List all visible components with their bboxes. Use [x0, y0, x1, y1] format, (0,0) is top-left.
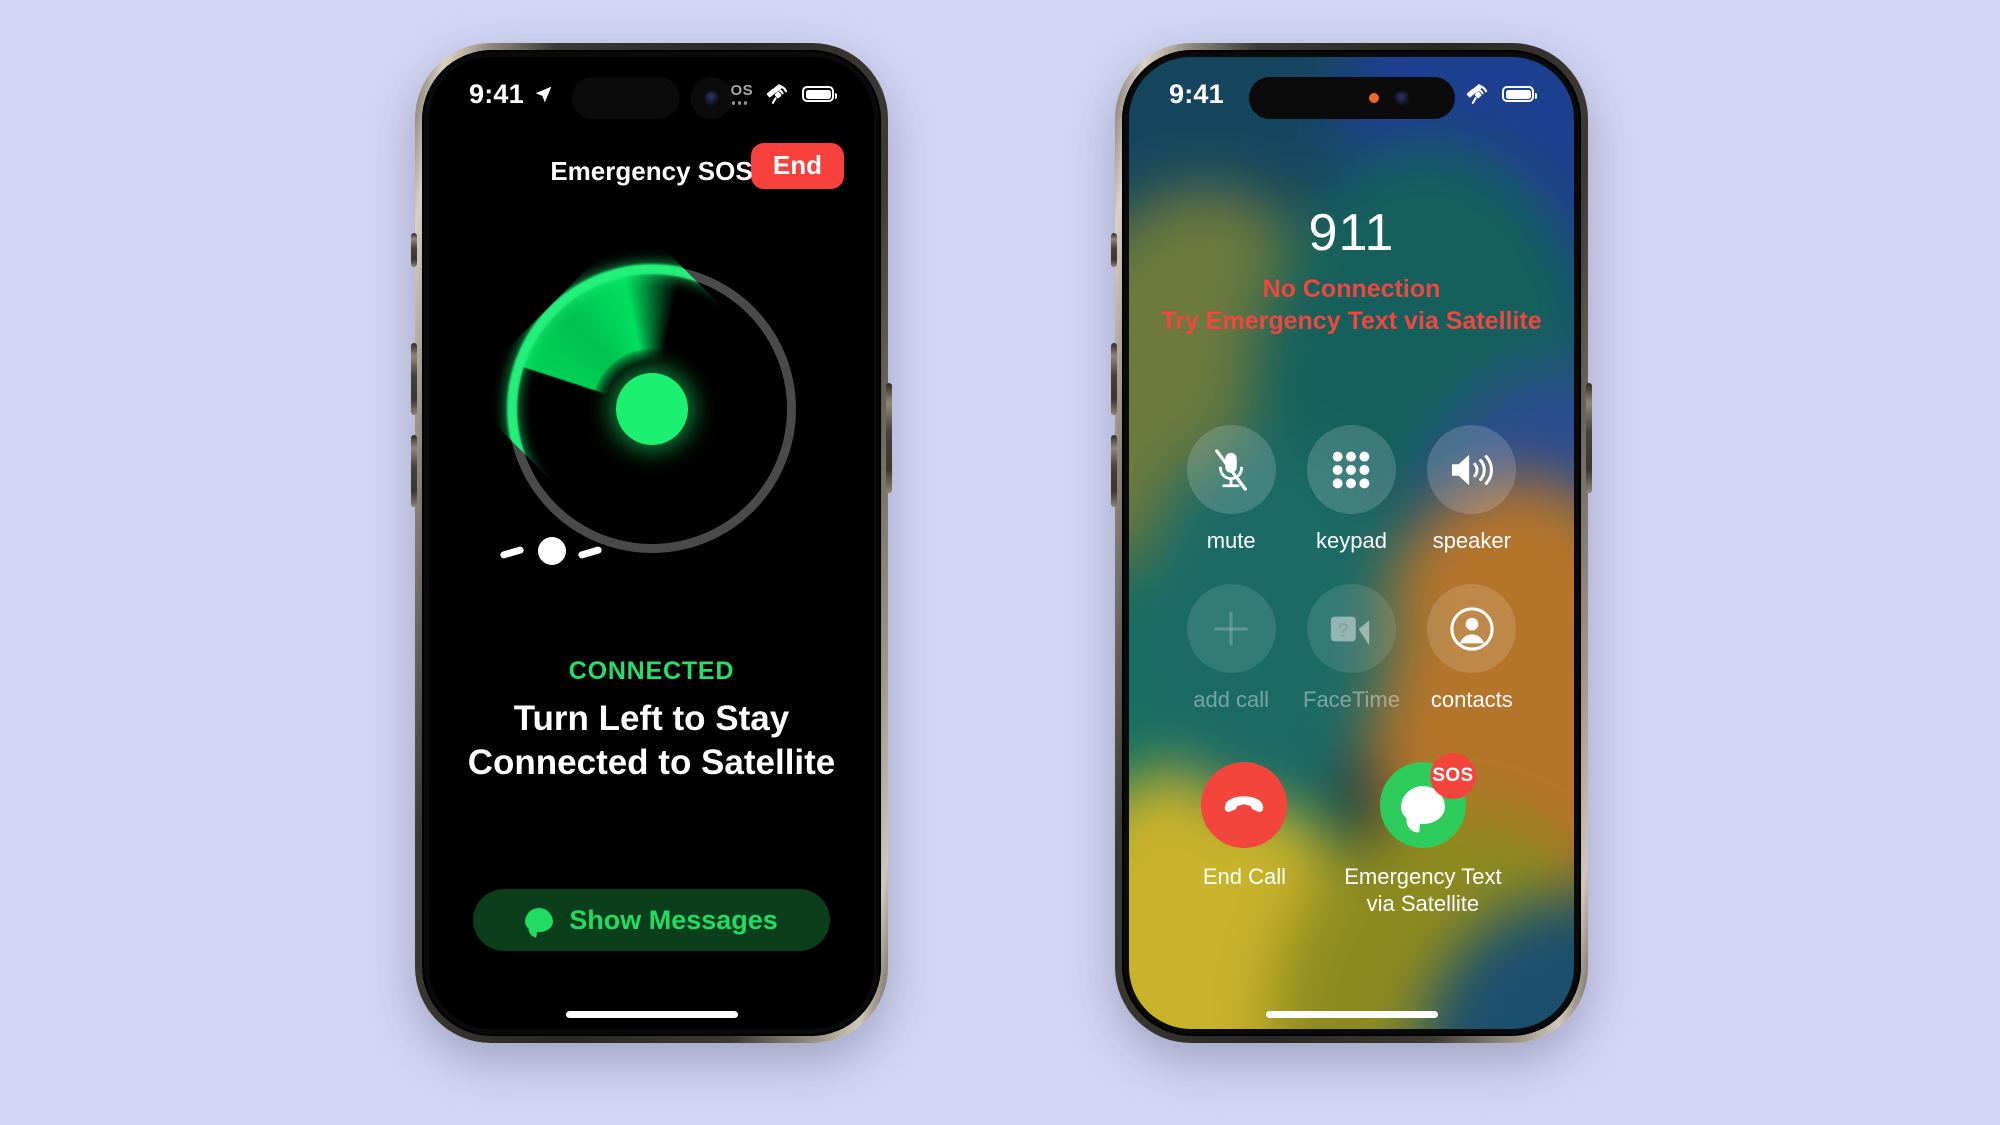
add-call-knob — [1186, 584, 1276, 673]
screenshot-stage: 9:41 SOS Emergency SOS End CONNECTED Tur… — [0, 0, 2000, 1125]
end-call-action[interactable]: End Call — [1201, 762, 1288, 917]
call-controls-grid: mute keypad speaker add call ? FaceTime … — [1129, 425, 1574, 713]
dish-core-icon — [615, 373, 688, 445]
island-pill — [571, 77, 679, 119]
call-status-alert: No Connection Try Emergency Text via Sat… — [1129, 273, 1574, 337]
battery-full-icon — [1502, 86, 1537, 102]
control-label: mute — [1206, 528, 1256, 553]
volume-up-button[interactable] — [411, 343, 417, 415]
volume-up-button[interactable] — [1111, 343, 1117, 415]
home-indicator[interactable] — [565, 1011, 738, 1018]
satellite-icon — [766, 84, 788, 104]
messages-app-icon: SOS — [1379, 753, 1476, 849]
status-time: 9:41 — [469, 78, 524, 109]
guidance-line-2: Connected to Satellite — [467, 742, 836, 782]
contacts-knob — [1427, 584, 1517, 673]
control-facetime: ? FaceTime — [1291, 584, 1411, 713]
svg-text:?: ? — [1338, 620, 1350, 641]
phone2-screen: 9:41 SOS — [1129, 57, 1574, 1029]
control-add-call: add call — [1171, 584, 1291, 713]
control-label: FaceTime — [1303, 687, 1400, 712]
front-camera-icon — [690, 77, 732, 119]
satellite-pointer-dot-icon — [537, 537, 566, 565]
keypad-knob — [1306, 425, 1396, 514]
iphone-911-call: 9:41 SOS — [1111, 43, 1592, 1043]
dynamic-island — [1248, 77, 1455, 119]
iphone-emergency-sos: 9:41 SOS Emergency SOS End CONNECTED Tur… — [411, 43, 892, 1043]
ringer-switch[interactable] — [411, 233, 417, 267]
satellite-dash-left-icon — [499, 545, 524, 560]
ringer-switch[interactable] — [1111, 233, 1117, 267]
emergency-text-action[interactable]: SOS Emergency Text via Satellite — [1344, 753, 1502, 917]
status-time: 9:41 — [1169, 78, 1224, 109]
dynamic-island — [571, 77, 732, 119]
satellite-dash-right-icon — [577, 545, 602, 560]
orange-mic-dot-icon — [1368, 93, 1379, 103]
sos-badge: SOS — [1429, 753, 1476, 800]
speaker-waves-icon — [1451, 454, 1493, 485]
location-arrow-icon — [535, 86, 552, 102]
keypad-grid-icon — [1333, 451, 1370, 488]
end-call-knob — [1201, 762, 1288, 849]
control-contacts[interactable]: contacts — [1412, 584, 1532, 713]
guidance-line-1: Turn Left to Stay — [513, 699, 790, 738]
emergency-text-label: Emergency Text via Satellite — [1344, 864, 1501, 917]
control-label: add call — [1193, 687, 1270, 712]
island-pill — [1248, 77, 1357, 119]
microphone-slash-icon — [1215, 448, 1248, 491]
person-circle-icon — [1450, 606, 1494, 651]
guidance-headline: Turn Left to Stay Connected to Satellite — [429, 697, 874, 785]
facetime-video-icon: ? — [1331, 616, 1370, 645]
control-speaker[interactable]: speaker — [1412, 425, 1532, 554]
satellite-icon — [1466, 84, 1488, 104]
page-title: Emergency SOS — [550, 155, 753, 186]
emergency-text-line-1: Emergency Text — [1344, 864, 1502, 890]
home-indicator[interactable] — [1265, 1011, 1438, 1018]
facetime-knob: ? — [1306, 584, 1396, 673]
phone-down-icon — [1225, 796, 1264, 813]
side-power-button[interactable] — [886, 383, 892, 493]
satellite-direction-indicator — [508, 265, 796, 553]
volume-down-button[interactable] — [411, 435, 417, 507]
status-right-group: SOS — [720, 82, 837, 106]
phone1-screen: 9:41 SOS Emergency SOS End CONNECTED Tur… — [429, 57, 874, 1029]
control-label: speaker — [1432, 528, 1511, 553]
emergency-text-line-2: via Satellite — [1366, 890, 1480, 916]
speaker-knob — [1427, 425, 1517, 514]
plus-icon — [1214, 611, 1249, 646]
mute-knob — [1186, 425, 1276, 514]
status-time-group: 9:41 — [469, 79, 554, 110]
message-bubble-icon — [525, 908, 554, 932]
control-keypad[interactable]: keypad — [1291, 425, 1411, 554]
alert-line-2: Try Emergency Text via Satellite — [1161, 307, 1542, 335]
show-messages-button[interactable]: Show Messages — [473, 889, 830, 951]
call-number: 911 — [1308, 204, 1395, 262]
phone1-nav-bar: Emergency SOS — [429, 143, 874, 199]
battery-full-icon — [802, 86, 837, 102]
connection-status: CONNECTED — [568, 657, 735, 685]
front-camera-icon — [1380, 77, 1423, 119]
alert-line-1: No Connection — [1262, 275, 1441, 303]
side-power-button[interactable] — [1586, 383, 1592, 493]
status-time-group: 9:41 — [1169, 79, 1224, 110]
show-messages-label: Show Messages — [569, 904, 778, 935]
call-actions: End Call SOS Emergency Text via Satellit… — [1129, 753, 1574, 917]
control-label: contacts — [1430, 687, 1513, 712]
control-label: keypad — [1316, 528, 1387, 553]
volume-down-button[interactable] — [1111, 435, 1117, 507]
end-call-label: End Call — [1202, 864, 1286, 890]
control-mute[interactable]: mute — [1171, 425, 1291, 554]
